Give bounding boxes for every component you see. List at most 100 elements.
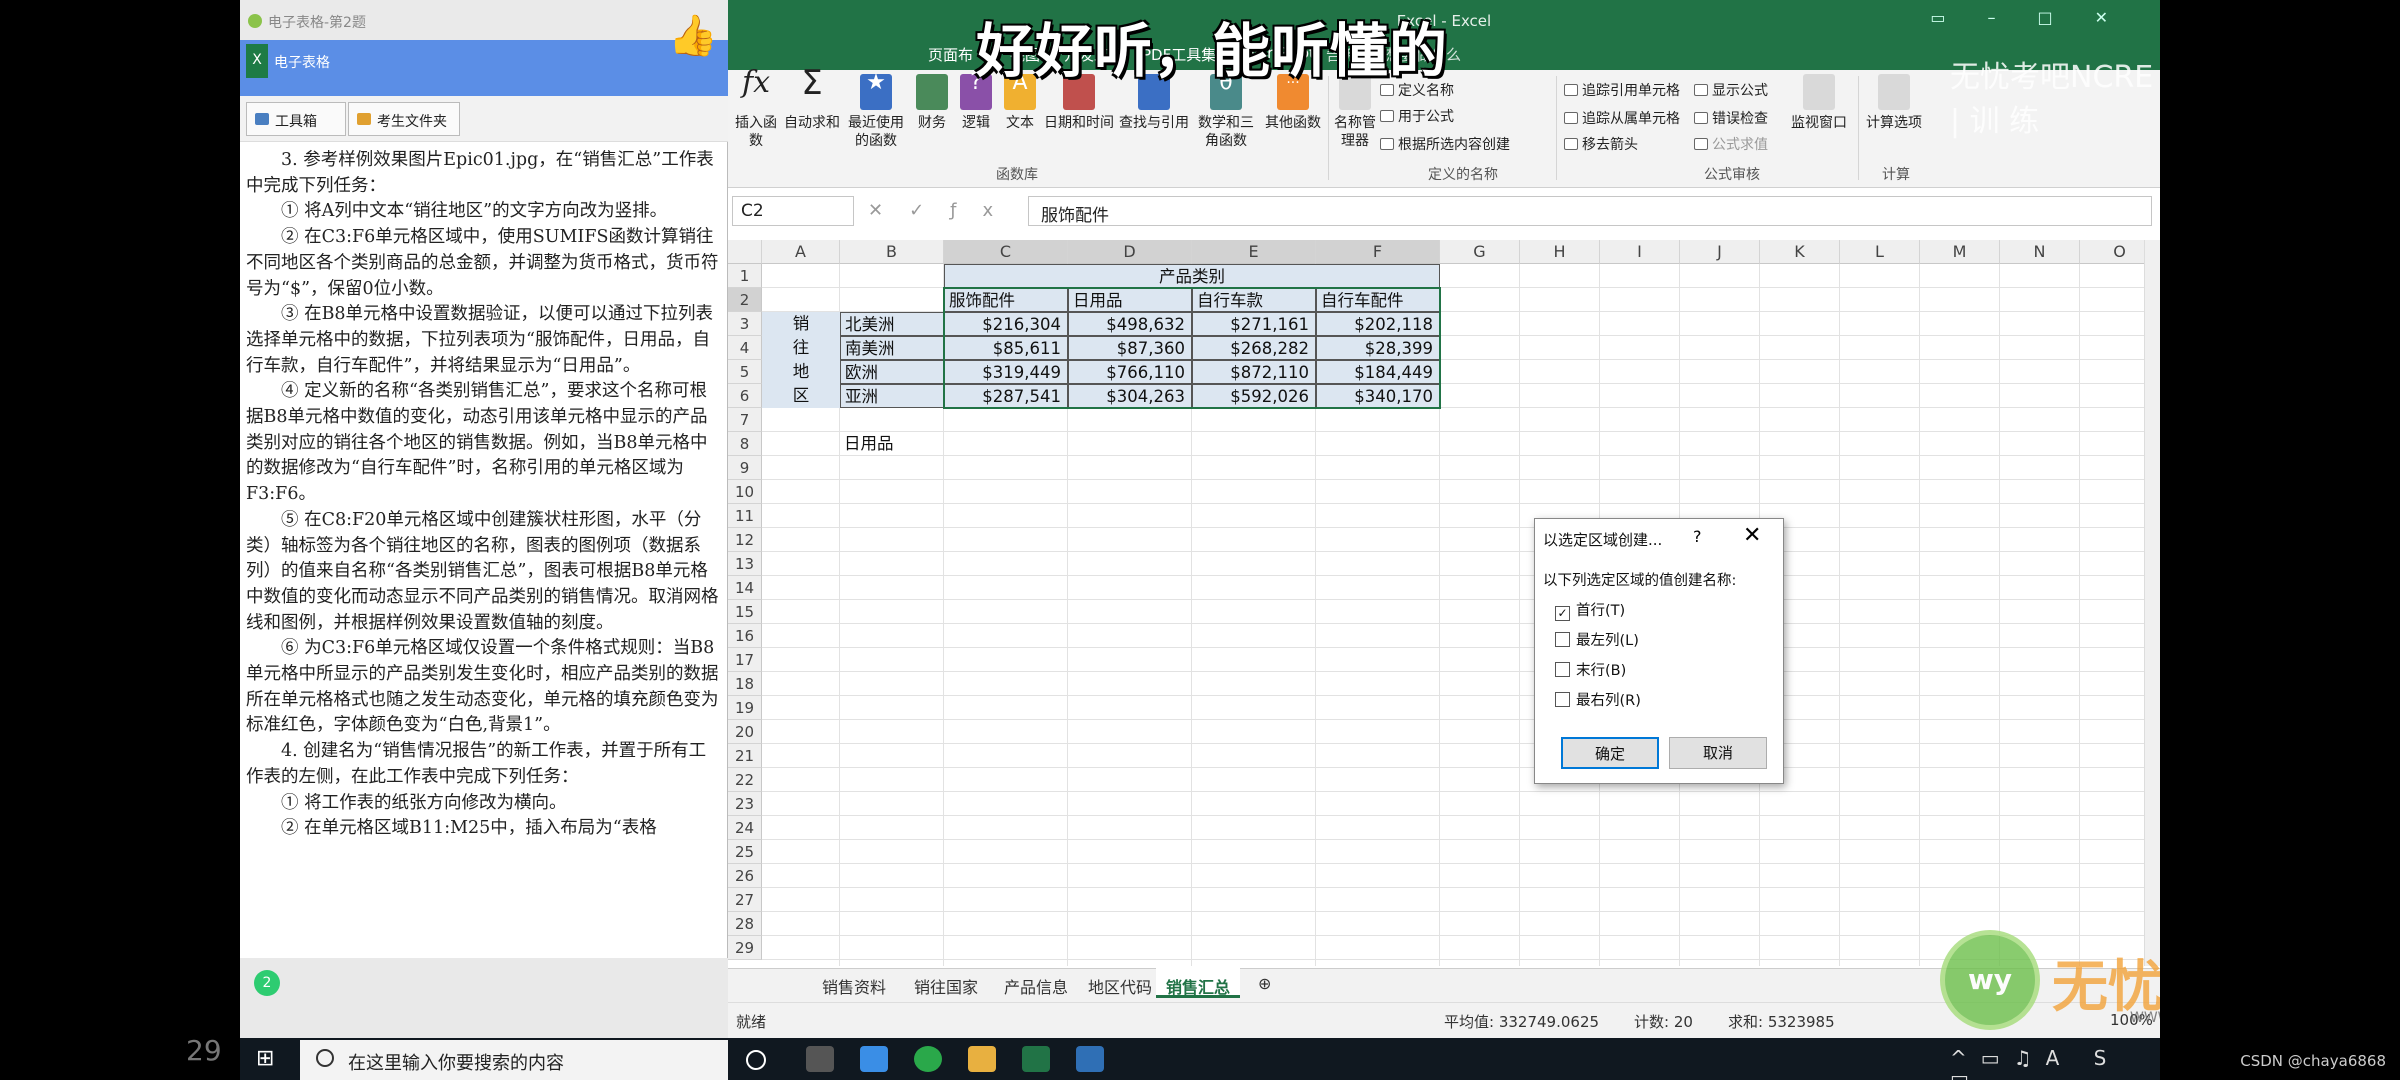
- sheet-tab[interactable]: 销售汇总: [1156, 968, 1241, 998]
- row-header[interactable]: 28: [728, 912, 762, 936]
- wy-app-icon[interactable]: [914, 1046, 942, 1072]
- windows-start-icon[interactable]: ⊞: [256, 1046, 284, 1072]
- taskbar-search[interactable]: 在这里输入你要搜索的内容: [300, 1040, 728, 1080]
- formula-bar-icons[interactable]: ✕✓ƒx: [868, 200, 1019, 221]
- row-header[interactable]: 12: [728, 528, 762, 552]
- help-icon[interactable]: ?: [1693, 527, 1702, 546]
- row-header[interactable]: 7: [728, 408, 762, 432]
- row-header[interactable]: 2: [728, 288, 762, 312]
- region-name[interactable]: 亚洲: [840, 384, 944, 408]
- exam-folder-tab[interactable]: 考生文件夹: [348, 102, 460, 136]
- sheet-tab[interactable]: 地区代码: [1078, 968, 1162, 998]
- sheet-tab[interactable]: 产品信息: [994, 968, 1078, 998]
- excel-taskbar-icon[interactable]: [1022, 1046, 1050, 1072]
- photos-icon[interactable]: [1076, 1046, 1104, 1072]
- column-header[interactable]: H: [1520, 240, 1600, 264]
- row-header[interactable]: 19: [728, 696, 762, 720]
- recent-functions-button[interactable]: ★ 最近使用的函数: [844, 72, 908, 150]
- window-controls[interactable]: ▭–□✕: [1930, 8, 2150, 27]
- row-header[interactable]: 29: [728, 936, 762, 960]
- category-header-merged[interactable]: 产品类别: [944, 264, 1440, 288]
- autosum-button[interactable]: Σ 自动求和: [784, 66, 840, 132]
- row-header[interactable]: 15: [728, 600, 762, 624]
- cancel-button[interactable]: 取消: [1669, 737, 1767, 769]
- column-header[interactable]: A: [762, 240, 840, 264]
- insert-function-button[interactable]: fx 插入函数: [732, 68, 780, 150]
- region-name[interactable]: 北美洲: [840, 312, 944, 336]
- row-header[interactable]: 17: [728, 648, 762, 672]
- region-name[interactable]: 欧洲: [840, 360, 944, 384]
- column-header[interactable]: E: [1192, 240, 1316, 264]
- remove-arrows-button[interactable]: 移去箭头: [1564, 134, 1638, 154]
- row-header[interactable]: 5: [728, 360, 762, 384]
- exam-app-icon[interactable]: [860, 1046, 888, 1072]
- row-header[interactable]: 14: [728, 576, 762, 600]
- worksheet-grid[interactable]: A B C D E F G H I J K L M N O 1 2 3 4 5 6 7 8 9 10 11 12 13 14 15 16 17…: [728, 240, 2160, 966]
- system-tray-icons[interactable]: ^▭♫A S □: [1950, 1046, 2130, 1080]
- row-header[interactable]: 24: [728, 816, 762, 840]
- close-icon[interactable]: ✕: [1743, 523, 1761, 548]
- row-header[interactable]: 27: [728, 888, 762, 912]
- row-header[interactable]: 26: [728, 864, 762, 888]
- row-header[interactable]: 18: [728, 672, 762, 696]
- sheet-tab[interactable]: 销往国家: [904, 968, 988, 998]
- column-header[interactable]: B: [840, 240, 944, 264]
- use-in-formula-button[interactable]: 用于公式: [1380, 106, 1454, 126]
- region-label-char[interactable]: 往: [762, 336, 840, 360]
- select-all-corner[interactable]: [728, 240, 762, 264]
- cortana-icon[interactable]: [746, 1050, 766, 1070]
- vertical-scrollbar[interactable]: [2144, 240, 2160, 966]
- sheet-tab[interactable]: 销售资料: [812, 968, 896, 998]
- show-formulas-button[interactable]: 显示公式: [1694, 80, 1768, 100]
- row-header[interactable]: 8: [728, 432, 762, 456]
- row-header[interactable]: 1: [728, 264, 762, 288]
- row-header[interactable]: 16: [728, 624, 762, 648]
- watch-window-button[interactable]: 监视窗口: [1788, 74, 1850, 132]
- region-label-char[interactable]: 地: [762, 360, 840, 384]
- row-header[interactable]: 6: [728, 384, 762, 408]
- column-header[interactable]: G: [1440, 240, 1520, 264]
- column-header[interactable]: F: [1316, 240, 1440, 264]
- trace-dependents-button[interactable]: 追踪从属单元格: [1564, 108, 1680, 128]
- error-checking-button[interactable]: 错误检查: [1694, 108, 1768, 128]
- column-header[interactable]: I: [1600, 240, 1680, 264]
- ok-button[interactable]: 确定: [1561, 737, 1659, 769]
- tab-page-layout[interactable]: 页面布: [928, 44, 973, 65]
- dropdown-cell-b8[interactable]: 日用品: [840, 432, 944, 456]
- checkbox-left-column[interactable]: 最左列(L): [1555, 629, 1639, 650]
- row-header[interactable]: 10: [728, 480, 762, 504]
- page-badge[interactable]: 2: [254, 970, 280, 996]
- row-header[interactable]: 13: [728, 552, 762, 576]
- row-header[interactable]: 25: [728, 840, 762, 864]
- column-header[interactable]: L: [1840, 240, 1920, 264]
- row-header[interactable]: 4: [728, 336, 762, 360]
- row-header[interactable]: 23: [728, 792, 762, 816]
- column-header[interactable]: D: [1068, 240, 1192, 264]
- row-header[interactable]: 11: [728, 504, 762, 528]
- column-header[interactable]: N: [2000, 240, 2080, 264]
- row-header[interactable]: 3: [728, 312, 762, 336]
- evaluate-formula-button[interactable]: 公式求值: [1694, 134, 1768, 154]
- name-box[interactable]: C2: [732, 196, 854, 226]
- create-from-selection-button[interactable]: 根据所选内容创建: [1380, 134, 1510, 154]
- column-header[interactable]: K: [1760, 240, 1840, 264]
- formula-input[interactable]: 服饰配件: [1028, 196, 2152, 226]
- row-header[interactable]: 21: [728, 744, 762, 768]
- row-header[interactable]: 20: [728, 720, 762, 744]
- checkbox-right-column[interactable]: 最右列(R): [1555, 689, 1641, 710]
- toolbox-tab[interactable]: 工具箱: [246, 102, 346, 136]
- add-sheet-icon[interactable]: ⊕: [1248, 968, 1281, 998]
- calculation-options-button[interactable]: 计算选项: [1862, 74, 1926, 132]
- row-header[interactable]: 9: [728, 456, 762, 480]
- financial-button[interactable]: 财务: [912, 74, 952, 132]
- trace-precedents-button[interactable]: 追踪引用单元格: [1564, 80, 1680, 100]
- task-view-icon[interactable]: [806, 1046, 834, 1072]
- checkbox-top-row[interactable]: ✓ 首行(T): [1555, 599, 1625, 621]
- column-header[interactable]: J: [1680, 240, 1760, 264]
- column-header[interactable]: M: [1920, 240, 2000, 264]
- file-explorer-icon[interactable]: [968, 1046, 996, 1072]
- checkbox-bottom-row[interactable]: 末行(B): [1555, 659, 1626, 680]
- column-header[interactable]: C: [944, 240, 1068, 264]
- row-header[interactable]: 22: [728, 768, 762, 792]
- region-label-char[interactable]: 区: [762, 384, 840, 408]
